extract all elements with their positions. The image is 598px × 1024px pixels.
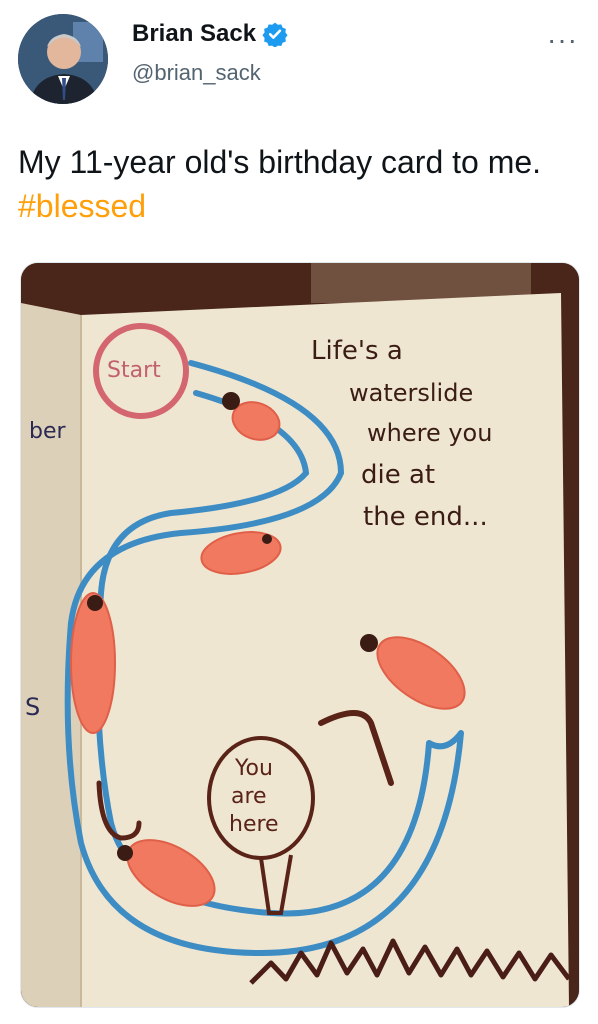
hashtag-link[interactable]: #blessed	[18, 188, 146, 224]
more-options-icon[interactable]: ···	[547, 24, 578, 56]
message-line-1: Life's a	[311, 336, 403, 366]
author-handle[interactable]: @brian_sack	[132, 60, 261, 86]
left-page-fragment-1: ber	[29, 419, 67, 444]
avatar-photo	[18, 14, 108, 104]
message-line-5: the end...	[363, 502, 488, 532]
sign-line-1: You	[234, 756, 273, 781]
left-page-fragment-2: S	[25, 693, 40, 721]
verified-badge-icon	[262, 22, 288, 47]
sign-line-2: are	[231, 784, 267, 809]
sign-line-3: here	[229, 812, 279, 837]
avatar[interactable]	[18, 14, 108, 104]
tweet-text: My 11-year old's birthday card to me. #b…	[18, 140, 588, 228]
birthday-card-drawing: ber S Start Life's a waterslide where yo…	[21, 263, 579, 1007]
tweet-body: My 11-year old's birthday card to me.	[18, 144, 542, 180]
start-label: Start	[107, 358, 161, 383]
message-line-4: die at	[361, 460, 435, 490]
author-name-row[interactable]: Brian Sack	[132, 20, 288, 48]
message-line-3: where you	[367, 419, 492, 447]
author-name[interactable]: Brian Sack	[132, 20, 256, 48]
tweet-photo[interactable]: ber S Start Life's a waterslide where yo…	[20, 262, 580, 1008]
message-line-2: waterslide	[349, 379, 473, 407]
